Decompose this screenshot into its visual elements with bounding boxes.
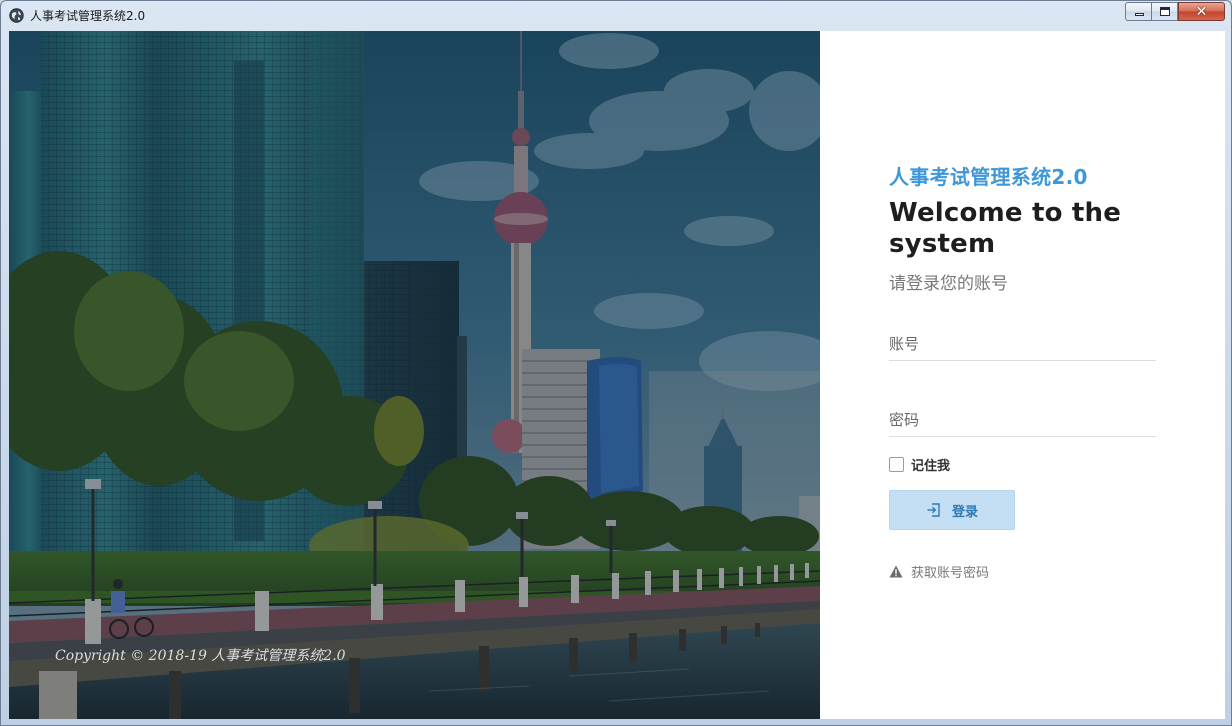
login-button[interactable]: 登录 [889,490,1015,530]
get-account-link[interactable]: 获取账号密码 [889,562,989,581]
remember-checkbox[interactable] [889,457,904,472]
remember-label: 记住我 [911,459,951,474]
globe-icon [9,8,24,23]
client-area: Copyright © 2018-19 人事考试管理系统2.0 人事考试管理系统… [9,31,1225,719]
maximize-button[interactable] [1151,2,1178,21]
login-button-label: 登录 [951,504,978,520]
minimize-icon [1134,13,1144,16]
get-account-label: 获取账号密码 [911,566,990,581]
password-input[interactable] [889,411,1156,429]
app-window: 人事考试管理系统2.0 ✕ Copyright © 2018-19 人事考试管理… [0,0,1232,726]
window-title: 人事考试管理系统2.0 [30,9,146,23]
sign-in-icon [926,502,942,518]
copyright-text: Copyright © 2018-19 人事考试管理系统2.0 [55,648,346,664]
login-subtitle: 请登录您的账号 [889,274,1008,294]
minimize-button[interactable] [1125,2,1152,21]
username-field [889,331,1156,361]
hero-image: Copyright © 2018-19 人事考试管理系统2.0 [9,31,820,719]
password-field [889,407,1156,437]
login-panel: 人事考试管理系统2.0 Welcome to the system 请登录您的账… [820,31,1225,719]
warning-icon [889,565,903,578]
remember-me[interactable]: 记住我 [889,455,950,474]
close-button[interactable]: ✕ [1178,2,1225,21]
welcome-heading: Welcome to the system [889,198,1122,259]
close-icon: ✕ [1195,3,1208,20]
title-bar[interactable]: 人事考试管理系统2.0 ✕ [1,1,1231,31]
system-title: 人事考试管理系统2.0 [889,165,1088,189]
maximize-icon [1159,7,1170,16]
username-input[interactable] [889,335,1156,353]
